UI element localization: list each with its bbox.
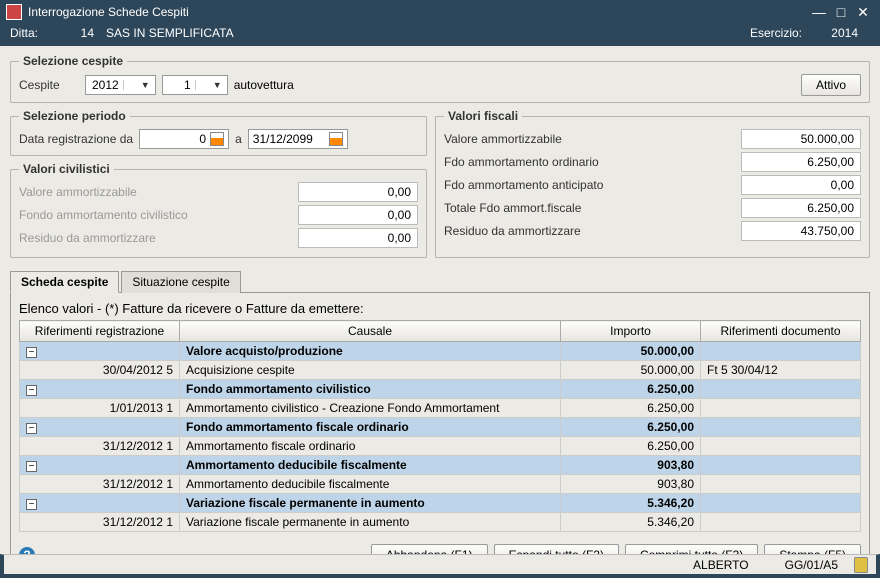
cespite-num-combo[interactable]: 1▼ xyxy=(162,75,228,95)
col-riferimenti-doc[interactable]: Riferimenti documento xyxy=(701,321,861,342)
collapse-icon[interactable]: − xyxy=(26,423,37,434)
valori-fiscali-group: Valori fiscali Valore ammortizzabile50.0… xyxy=(435,109,870,258)
fis-label: Totale Fdo ammort.fiscale xyxy=(444,201,741,215)
table-row[interactable]: 31/12/2012 1Ammortamento fiscale ordinar… xyxy=(20,437,861,456)
stampa-button[interactable]: Stampa (F5) xyxy=(764,544,861,554)
fis-value: 0,00 xyxy=(741,175,861,195)
civ-value: 0,00 xyxy=(298,182,418,202)
close-button[interactable]: ✕ xyxy=(852,4,874,21)
collapse-icon[interactable]: − xyxy=(26,385,37,396)
tab-scheda-cespite[interactable]: Scheda cespite xyxy=(10,271,119,293)
chevron-down-icon: ▼ xyxy=(123,80,153,90)
collapse-icon[interactable]: − xyxy=(26,499,37,510)
espandi-tutto-button[interactable]: Espandi tutto (F2) xyxy=(494,544,619,554)
selezione-periodo-legend: Selezione periodo xyxy=(19,109,130,123)
tab-situazione-cespite[interactable]: Situazione cespite xyxy=(121,271,240,293)
title-bar: Interrogazione Schede Cespiti — □ ✕ xyxy=(0,0,880,24)
cespite-label: Cespite xyxy=(19,78,79,92)
table-group-row[interactable]: −Fondo ammortamento civilistico6.250,00 xyxy=(20,380,861,399)
ditta-label: Ditta: xyxy=(10,26,38,40)
calendar-icon xyxy=(329,132,343,146)
civ-label: Valore ammortizzabile xyxy=(19,185,298,199)
civ-value: 0,00 xyxy=(298,228,418,248)
main-panel: Selezione cespite Cespite 2012▼ 1▼ autov… xyxy=(0,46,880,554)
civ-value: 0,00 xyxy=(298,205,418,225)
fis-label: Residuo da ammortizzare xyxy=(444,224,741,238)
list-title: Elenco valori - (*) Fatture da ricevere … xyxy=(19,301,861,316)
selezione-cespite-group: Selezione cespite Cespite 2012▼ 1▼ autov… xyxy=(10,54,870,103)
col-riferimenti-reg[interactable]: Riferimenti registrazione xyxy=(20,321,180,342)
window-title: Interrogazione Schede Cespiti xyxy=(28,5,808,19)
valori-civilistici-group: Valori civilistici Valore ammortizzabile… xyxy=(10,162,427,258)
help-icon[interactable]: ? xyxy=(19,547,35,554)
civ-label: Residuo da ammortizzare xyxy=(19,231,298,245)
valori-civilistici-legend: Valori civilistici xyxy=(19,162,114,176)
col-causale[interactable]: Causale xyxy=(180,321,561,342)
table-row[interactable]: 31/12/2012 1Ammortamento deducibile fisc… xyxy=(20,475,861,494)
fis-label: Valore ammortizzabile xyxy=(444,132,741,146)
data-table: Riferimenti registrazione Causale Import… xyxy=(19,320,861,532)
cespite-year-combo[interactable]: 2012▼ xyxy=(85,75,156,95)
collapse-icon[interactable]: − xyxy=(26,347,37,358)
table-row[interactable]: 31/12/2012 1Variazione fiscale permanent… xyxy=(20,513,861,532)
data-reg-label: Data registrazione da xyxy=(19,132,133,146)
status-button[interactable]: Attivo xyxy=(801,74,861,96)
date-from-input[interactable]: 0 xyxy=(139,129,229,149)
selezione-periodo-group: Selezione periodo Data registrazione da … xyxy=(10,109,427,156)
fis-label: Fdo ammortamento anticipato xyxy=(444,178,741,192)
valori-fiscali-legend: Valori fiscali xyxy=(444,109,522,123)
calendar-icon xyxy=(210,132,224,146)
table-group-row[interactable]: −Fondo ammortamento fiscale ordinario6.2… xyxy=(20,418,861,437)
fis-value: 43.750,00 xyxy=(741,221,861,241)
cespite-desc: autovettura xyxy=(234,78,294,92)
minimize-button[interactable]: — xyxy=(808,4,830,20)
ditta-name: SAS IN SEMPLIFICATA xyxy=(106,26,234,40)
date-to-input[interactable]: 31/12/2099 xyxy=(248,129,348,149)
esercizio-val: 2014 xyxy=(808,26,858,40)
tab-body: Elenco valori - (*) Fatture da ricevere … xyxy=(10,293,870,554)
chevron-down-icon: ▼ xyxy=(195,80,225,90)
a-label: a xyxy=(235,132,242,146)
civ-label: Fondo ammortamento civilistico xyxy=(19,208,298,222)
maximize-button[interactable]: □ xyxy=(830,4,852,20)
tabs: Scheda cespite Situazione cespite xyxy=(10,270,870,293)
fis-label: Fdo ammortamento ordinario xyxy=(444,155,741,169)
collapse-icon[interactable]: − xyxy=(26,461,37,472)
comprimi-tutto-button[interactable]: Comprimi tutto (F3) xyxy=(625,544,758,554)
col-importo[interactable]: Importo xyxy=(561,321,701,342)
table-row[interactable]: 30/04/2012 5Acquisizione cespite50.000,0… xyxy=(20,361,861,380)
table-group-row[interactable]: −Ammortamento deducibile fiscalmente903,… xyxy=(20,456,861,475)
ditta-num: 14 xyxy=(44,26,94,40)
status-page: GG/01/A5 xyxy=(785,558,838,572)
table-group-row[interactable]: −Valore acquisto/produzione50.000,00 xyxy=(20,342,861,361)
fis-value: 6.250,00 xyxy=(741,198,861,218)
esercizio-label: Esercizio: xyxy=(750,26,802,40)
status-bar: ALBERTO GG/01/A5 xyxy=(0,554,880,578)
table-row[interactable]: 1/01/2013 1Ammortamento civilistico - Cr… xyxy=(20,399,861,418)
fis-value: 50.000,00 xyxy=(741,129,861,149)
status-user: ALBERTO xyxy=(693,558,749,572)
table-group-row[interactable]: −Variazione fiscale permanente in aument… xyxy=(20,494,861,513)
app-icon xyxy=(6,4,22,20)
selezione-cespite-legend: Selezione cespite xyxy=(19,54,127,68)
abbandona-button[interactable]: Abbandona (F1) xyxy=(371,544,488,554)
fis-value: 6.250,00 xyxy=(741,152,861,172)
trash-icon[interactable] xyxy=(854,557,868,573)
info-bar: Ditta: 14 SAS IN SEMPLIFICATA Esercizio:… xyxy=(0,24,880,46)
